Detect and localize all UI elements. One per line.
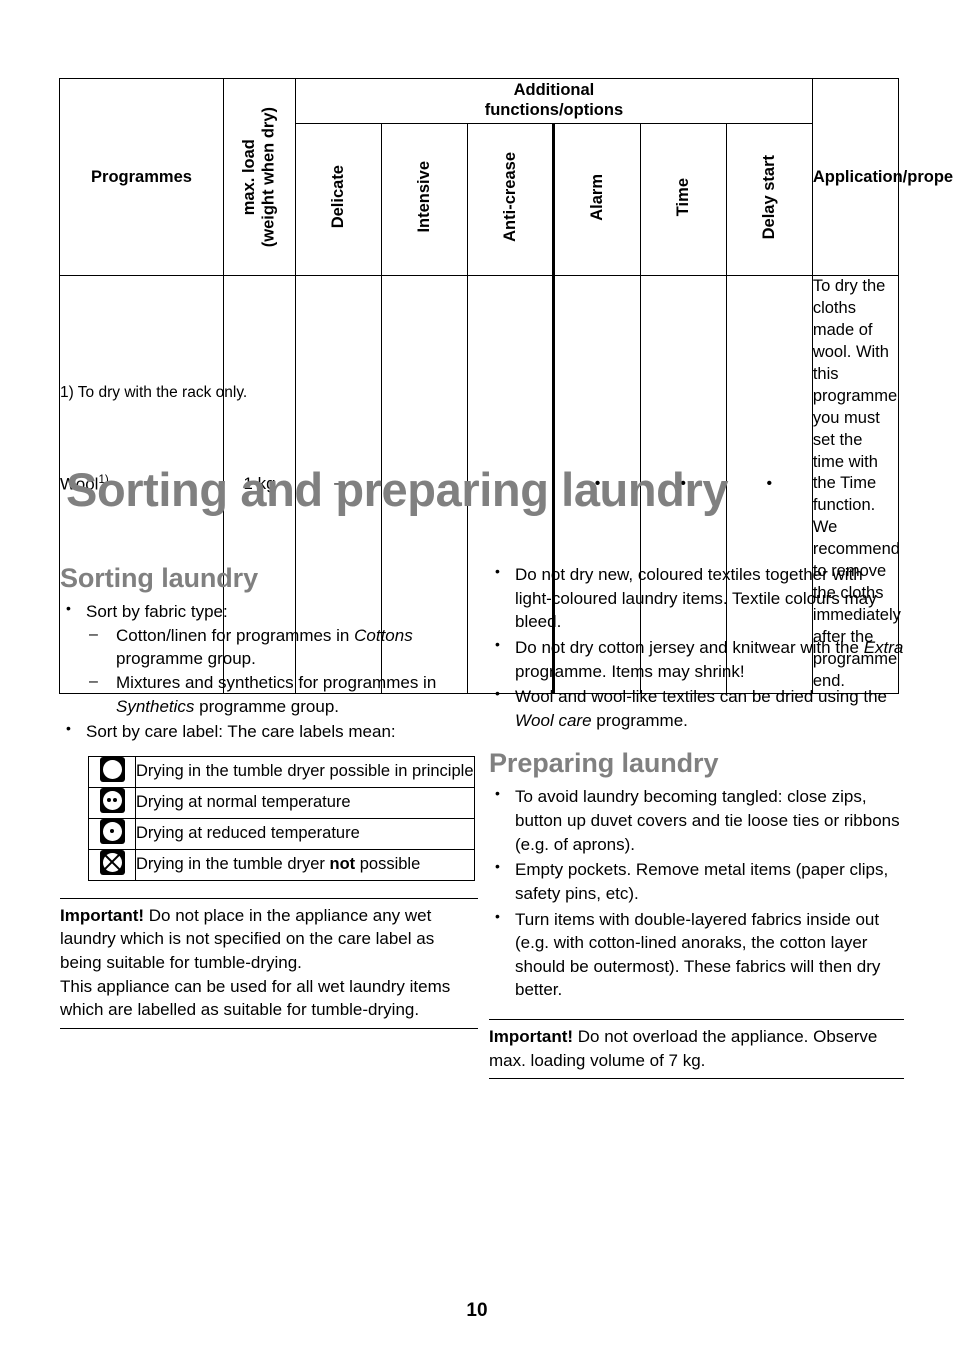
tumble-dry-reduced-temp-icon <box>99 818 125 844</box>
care-symbol-cell <box>88 848 136 881</box>
header-additional-line2: functions/options <box>484 101 624 120</box>
sub-bullet-text-italic: Cottons <box>354 625 413 645</box>
care-label-table: Drying in the tumble dryer possible in p… <box>88 755 475 881</box>
sorting-bullet-list: Sort by fabric type: Cotton/linen for pr… <box>60 599 478 744</box>
table-row: Drying in the tumble dryer possible in p… <box>88 755 475 788</box>
right-column: Do not dry new, coloured textiles togeth… <box>489 562 904 1080</box>
page-title: Sorting and preparing laundry <box>66 463 729 516</box>
header-max-load-text: max. load (weight when dry) <box>240 107 279 247</box>
sub-bullet-text-pre: Mixtures and synthetics for programmes i… <box>116 672 437 692</box>
important-note-left: Important! Do not place in the appliance… <box>60 897 478 1029</box>
sub-bullet-text-pre: Cotton/linen for programmes in <box>116 625 355 645</box>
list-item: To avoid laundry becoming tangled: close… <box>489 784 904 856</box>
care-text: Drying at reduced temperature <box>136 824 360 843</box>
tumble-dry-normal-temp-icon <box>99 787 125 813</box>
table-row: Drying at normal temperature <box>88 786 475 819</box>
bullet-text: Sort by fabric type: <box>86 602 228 621</box>
page-number: 10 <box>466 1300 488 1321</box>
care-text-post: possible <box>355 855 421 874</box>
sub-bullet-text-post: programme group. <box>116 649 256 669</box>
table-row: Drying in the tumble dryer not possible <box>88 848 475 881</box>
care-label-description: Drying in the tumble dryer not possible <box>135 848 475 881</box>
list-item: Do not dry new, coloured textiles togeth… <box>489 562 904 634</box>
header-option-delicate: Delicate <box>294 123 383 276</box>
table-footnote: 1) To dry with the rack only. <box>60 384 248 401</box>
bullet-text-italic: Wool care <box>515 710 592 730</box>
care-symbol-cell <box>88 755 136 788</box>
care-symbol-cell <box>88 817 136 850</box>
header-option-time: Time <box>639 123 727 276</box>
bullet-text: Empty pockets. Remove metal items (paper… <box>515 860 889 903</box>
table-header-row-1: Programmes max. load (weight when dry) Ad… <box>59 77 954 276</box>
header-max-load-line2: (weight when dry) <box>259 106 278 248</box>
list-item: Empty pockets. Remove metal items (paper… <box>489 857 904 905</box>
header-max-load: max. load (weight when dry) <box>223 78 296 276</box>
important-paragraph-2: This appliance can be used for all wet l… <box>60 976 451 1020</box>
care-text: Drying in the tumble dryer possible in p… <box>136 762 474 781</box>
header-application: Application/properties <box>811 78 954 276</box>
important-paragraph-1: Important! Do not place in the appliance… <box>60 904 478 975</box>
list-item: Turn items with double-layered fabrics i… <box>489 907 904 1003</box>
care-text-bold: not <box>329 855 356 874</box>
header-additional-line1: Additional <box>513 81 595 100</box>
bullet-text-pre: Do not dry new, coloured textiles togeth… <box>515 565 877 632</box>
important-note-right: Important! Do not overload the appliance… <box>489 1019 904 1080</box>
sub-bullet-text-italic: Synthetics <box>116 696 195 716</box>
care-label-description: Drying at normal temperature <box>135 786 475 819</box>
care-label-description: Drying at reduced temperature <box>135 817 475 850</box>
drying-advice-bullet-list: Do not dry new, coloured textiles togeth… <box>489 562 904 732</box>
tumble-dry-possible-icon <box>99 756 125 782</box>
preparing-bullet-list: To avoid laundry becoming tangled: close… <box>489 784 904 1003</box>
table-row: Drying at reduced temperature <box>88 817 475 850</box>
list-item: Wool and wool-like textiles can be dried… <box>489 684 904 732</box>
tumble-dry-not-possible-icon <box>99 849 125 875</box>
care-text: Drying at normal temperature <box>136 793 351 812</box>
list-item: Sort by care label: The care labels mean… <box>60 719 478 744</box>
list-item: Do not dry cotton jersey and knitwear wi… <box>489 635 904 683</box>
sub-bullet-text-post: programme group. <box>194 696 340 716</box>
care-label-table-container: Drying in the tumble dryer possible in p… <box>88 755 475 881</box>
list-item: Mixtures and synthetics for programmes i… <box>86 671 478 718</box>
bullet-text: To avoid laundry becoming tangled: close… <box>515 787 900 854</box>
care-label-description: Drying in the tumble dryer possible in p… <box>135 755 475 788</box>
care-symbol-cell <box>88 786 136 819</box>
bullet-text-post: programme. <box>591 710 688 730</box>
bullet-text-post: programme. Items may shrink! <box>515 661 745 681</box>
header-max-load-line1: max. load <box>240 138 259 216</box>
section-heading-preparing-laundry: Preparing laundry <box>489 748 719 779</box>
bullet-text-italic: Extra <box>863 637 904 657</box>
bullet-text-pre: Do not dry cotton jersey and knitwear wi… <box>515 637 864 657</box>
bullet-text-pre: Wool and wool-like textiles can be dried… <box>515 687 888 707</box>
list-item: Cotton/linen for programmes in Cottons p… <box>86 624 478 671</box>
important-paragraph-1: Important! Do not overload the appliance… <box>489 1025 904 1072</box>
header-option-alarm: Alarm <box>552 123 641 276</box>
bullet-text: Turn items with double-layered fabrics i… <box>515 909 881 1000</box>
header-option-anti-crease: Anti-crease <box>467 123 555 276</box>
header-option-intensive: Intensive <box>381 123 469 276</box>
care-text-pre: Drying in the tumble dryer <box>136 855 330 874</box>
sorting-sub-list: Cotton/linen for programmes in Cottons p… <box>86 624 478 719</box>
header-additional-functions: Additional functions/options <box>295 77 813 125</box>
important-label: Important! <box>60 905 145 925</box>
left-column: Sorting laundry Sort by fabric type: Cot… <box>60 563 478 1029</box>
header-programmes: Programmes <box>59 78 224 276</box>
header-option-delay-start: Delay start <box>725 123 813 276</box>
document-page: Programmes max. load (weight when dry) Ad… <box>0 0 954 1352</box>
bullet-text: Sort by care label: The care labels mean… <box>86 722 396 742</box>
section-heading-sorting-laundry: Sorting laundry <box>60 563 259 593</box>
list-item: Sort by fabric type: Cotton/linen for pr… <box>60 599 478 719</box>
important-label: Important! <box>489 1027 574 1046</box>
